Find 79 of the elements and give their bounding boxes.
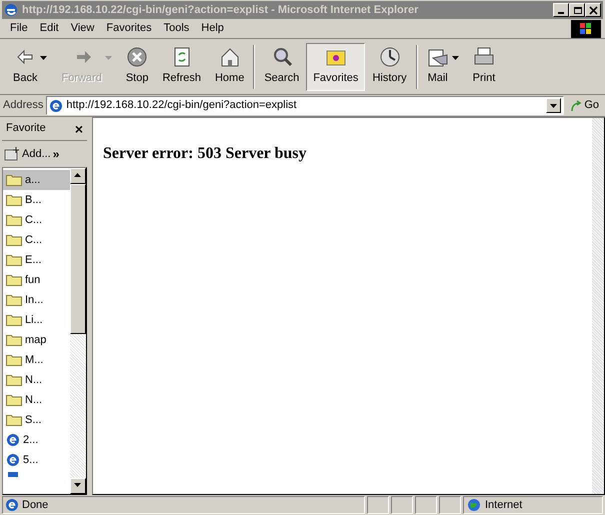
page-icon [5, 498, 19, 512]
add-button[interactable]: Add... [4, 146, 51, 162]
folder-icon [6, 194, 22, 206]
scroll-down-icon [74, 483, 81, 487]
toolbar-button[interactable]: History [365, 42, 414, 90]
maximize-button[interactable] [569, 3, 585, 17]
arrow-icon [570, 100, 582, 112]
menu-item[interactable]: Edit [34, 20, 65, 37]
toolbar-button[interactable]: Home [208, 42, 252, 90]
clock-icon [378, 46, 401, 68]
folder-icon [6, 274, 22, 286]
menu-item[interactable]: Tools [158, 20, 196, 37]
toolbar-button[interactable]: Mail [420, 42, 466, 90]
folder-icon [6, 254, 22, 266]
address-dropdown-button[interactable] [546, 98, 562, 113]
favorite-item[interactable]: C... [3, 210, 70, 230]
favorite-item[interactable]: map [3, 330, 70, 350]
folder-icon [6, 214, 22, 226]
windows-logo-icon [580, 22, 592, 34]
page-icon [6, 433, 20, 447]
favorite-item[interactable]: a... [3, 170, 70, 190]
favorite-item[interactable]: N... [3, 370, 70, 390]
error-heading: Server error: 503 Server busy [103, 144, 308, 164]
more-button[interactable]: » [52, 148, 60, 160]
menu-item[interactable]: Favorites [100, 20, 158, 37]
favorite-item[interactable]: B... [3, 190, 70, 210]
dropdown-caret-icon [104, 56, 112, 60]
favorite-item[interactable]: fun [3, 270, 70, 290]
toolbar-button[interactable]: Back [6, 42, 54, 90]
toolbar-button[interactable]: Favorites [306, 42, 366, 90]
status-text: Done [2, 496, 365, 514]
add-favorite-icon [4, 147, 20, 161]
dropdown-caret-icon [40, 56, 48, 60]
folder-icon [6, 174, 22, 186]
folder-icon [6, 374, 22, 386]
minimize-button[interactable] [553, 3, 569, 17]
globe-icon [467, 498, 481, 512]
security-zone: Internet [463, 496, 603, 514]
toolbar-button[interactable]: Refresh [155, 42, 208, 90]
dropdown-caret-icon [452, 56, 459, 60]
favorite-item[interactable]: 2... [3, 430, 70, 450]
folder-icon [6, 354, 22, 366]
address-field[interactable]: http://192.168.10.22/cgi-bin/geni?action=explist [46, 96, 564, 115]
sidebar-title: Favorite [6, 121, 46, 136]
folder-icon [6, 294, 22, 306]
favorite-item[interactable]: N... [3, 390, 70, 410]
scroll-up-icon [74, 173, 81, 177]
favorite-item[interactable]: E... [3, 250, 70, 270]
favorite-item[interactable]: S... [3, 410, 70, 430]
maximize-icon [572, 6, 582, 14]
favorite-item[interactable]: C... [3, 230, 70, 250]
menu-item[interactable]: Help [195, 20, 230, 37]
folder-icon [6, 394, 22, 406]
minimize-icon [558, 12, 564, 14]
favorite-item[interactable]: M... [3, 350, 70, 370]
close-button[interactable] [585, 3, 601, 17]
toolbar-button[interactable]: Search [257, 42, 306, 90]
favorite-item[interactable]: 5... [3, 450, 70, 470]
menu-item[interactable]: View [64, 20, 100, 37]
folder-icon [6, 414, 22, 426]
house-icon [218, 46, 241, 68]
folder-icon [6, 334, 22, 346]
close-button[interactable]: × [74, 122, 83, 136]
scrollbar[interactable] [70, 168, 86, 494]
folder-icon [6, 234, 22, 246]
menu-item[interactable]: File [4, 20, 34, 37]
close-icon [588, 6, 598, 14]
favorite-item[interactable]: Li... [3, 310, 70, 330]
page-icon [6, 453, 20, 467]
window-title: http://192.168.10.22/cgi-bin/geni?action=explist - Microsoft Internet Explorer [22, 2, 420, 18]
page-icon [49, 98, 64, 112]
favorite-item[interactable]: In... [3, 290, 70, 310]
folder-icon [6, 314, 22, 326]
address-label: Address [3, 98, 44, 114]
caret-icon [550, 104, 558, 108]
toolbar-button[interactable]: Stop [118, 42, 156, 90]
stop-icon [126, 46, 148, 68]
go-button[interactable]: Go [567, 97, 602, 114]
toolbar-button[interactable]: Print [466, 42, 502, 90]
